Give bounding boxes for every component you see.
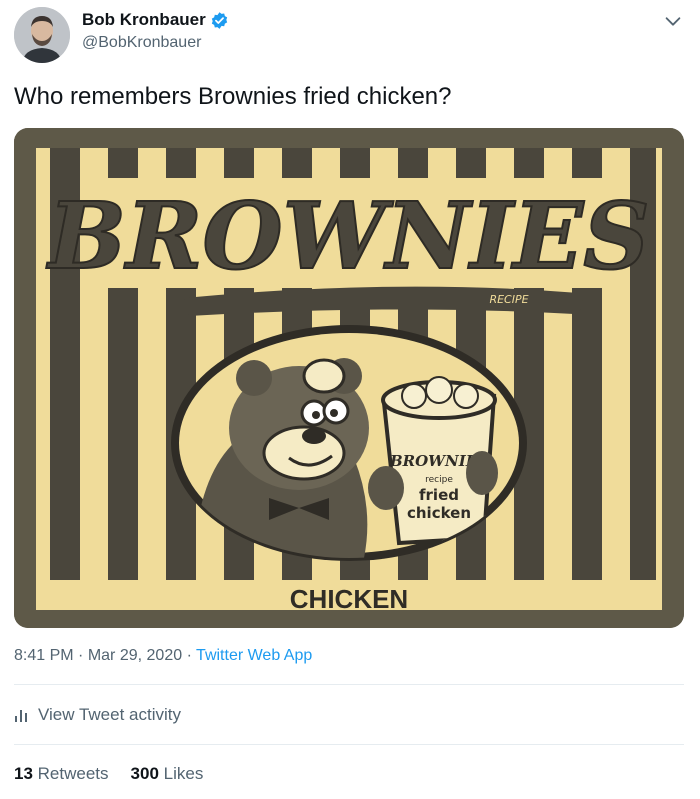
engagement-stats: 13 Retweets 300 Likes — [14, 764, 203, 784]
tweet-time[interactable]: 8:41 PM — [14, 647, 74, 664]
verified-badge-icon — [211, 11, 227, 29]
tweet-source-link[interactable]: Twitter Web App — [196, 647, 312, 664]
likes-count: 300 — [130, 764, 159, 783]
brand-logo-text: BROWNIES — [45, 182, 649, 290]
avatar-photo — [14, 7, 70, 63]
likes-label: Likes — [163, 764, 204, 783]
ad-caption-text: CHICKEN — [290, 584, 408, 614]
brownies-ad-illustration: BROWNIES RECIPE BROWNIES recipe fried ch… — [14, 128, 684, 628]
bear-mascot: BROWNIES recipe fried chicken — [194, 358, 498, 558]
tweet-text: Who remembers Brownies fried chicken? — [14, 83, 452, 110]
author-handle[interactable]: @BobKronbauer — [82, 34, 201, 52]
retweets-count: 13 — [14, 764, 33, 783]
bucket-chicken-text: chicken — [407, 504, 471, 522]
divider — [14, 684, 684, 685]
retweets-stat[interactable]: 13 Retweets — [14, 764, 109, 784]
tweet-date[interactable]: Mar 29, 2020 — [88, 647, 182, 664]
chevron-down-icon[interactable] — [662, 10, 684, 32]
bucket-recipe-text: recipe — [425, 475, 453, 485]
tweet-media-image[interactable]: BROWNIES RECIPE BROWNIES recipe fried ch… — [14, 128, 684, 628]
likes-stat[interactable]: 300 Likes — [131, 764, 204, 784]
meta-separator: · — [78, 647, 84, 664]
tweet-meta: 8:41 PM · Mar 29, 2020 · Twitter Web App — [14, 647, 312, 665]
recipe-label: RECIPE — [489, 293, 528, 306]
bucket-fried-text: fried — [419, 486, 459, 504]
avatar[interactable] — [14, 7, 70, 63]
divider — [14, 744, 684, 745]
author-name-row[interactable]: Bob Kronbauer — [82, 10, 229, 30]
bar-chart-icon — [15, 710, 27, 722]
retweets-label: Retweets — [37, 764, 109, 783]
author-name[interactable]: Bob Kronbauer — [82, 10, 206, 30]
view-tweet-activity-button[interactable]: View Tweet activity — [14, 705, 181, 725]
meta-separator: · — [186, 647, 192, 664]
activity-label: View Tweet activity — [38, 705, 181, 724]
